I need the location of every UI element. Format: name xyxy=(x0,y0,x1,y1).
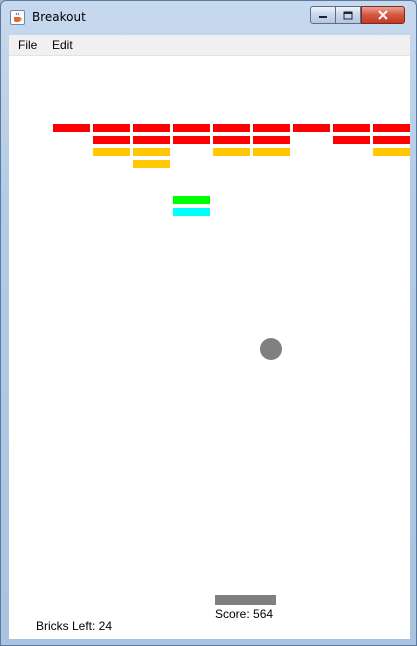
brick-red xyxy=(213,136,250,144)
brick-red xyxy=(53,124,90,132)
paddle[interactable] xyxy=(215,595,276,605)
window-title: Breakout xyxy=(32,10,86,24)
brick-cyan xyxy=(173,208,210,216)
brick-red xyxy=(253,124,290,132)
brick-orange xyxy=(373,148,410,156)
title-bar[interactable]: Breakout xyxy=(1,1,416,34)
bricks-left-label: Bricks Left: 24 xyxy=(36,619,113,633)
brick-orange xyxy=(93,148,130,156)
ball xyxy=(260,338,282,360)
game-field xyxy=(53,124,410,605)
brick-red xyxy=(373,124,410,132)
brick-red xyxy=(173,124,210,132)
brick-red xyxy=(173,136,210,144)
brick-red xyxy=(93,124,130,132)
brick-orange xyxy=(253,148,290,156)
app-window: Breakout File Edit Score: 564 Bricks Lef… xyxy=(0,0,417,646)
maximize-button[interactable] xyxy=(336,6,361,24)
brick-red xyxy=(373,136,410,144)
brick-red xyxy=(333,124,370,132)
brick-red xyxy=(333,136,370,144)
brick-red xyxy=(253,136,290,144)
menu-file[interactable]: File xyxy=(18,38,37,52)
brick-orange xyxy=(133,148,170,156)
menu-edit[interactable]: Edit xyxy=(52,38,73,52)
brick-red xyxy=(93,136,130,144)
brick-red xyxy=(293,124,330,132)
minimize-icon xyxy=(319,16,327,18)
minimize-button[interactable] xyxy=(310,6,336,24)
brick-red xyxy=(213,124,250,132)
score-label: Score: 564 xyxy=(215,607,274,621)
close-icon xyxy=(378,10,388,20)
game-canvas[interactable]: Score: 564 Bricks Left: 24 xyxy=(9,56,410,639)
maximize-icon xyxy=(343,11,353,19)
java-coffee-cup-icon xyxy=(10,10,25,25)
brick-red xyxy=(133,136,170,144)
brick-green xyxy=(173,196,210,204)
brick-red xyxy=(133,124,170,132)
close-button[interactable] xyxy=(361,6,405,24)
brick-orange xyxy=(213,148,250,156)
brick-orange xyxy=(133,160,170,168)
menu-bar: File Edit xyxy=(9,35,410,56)
